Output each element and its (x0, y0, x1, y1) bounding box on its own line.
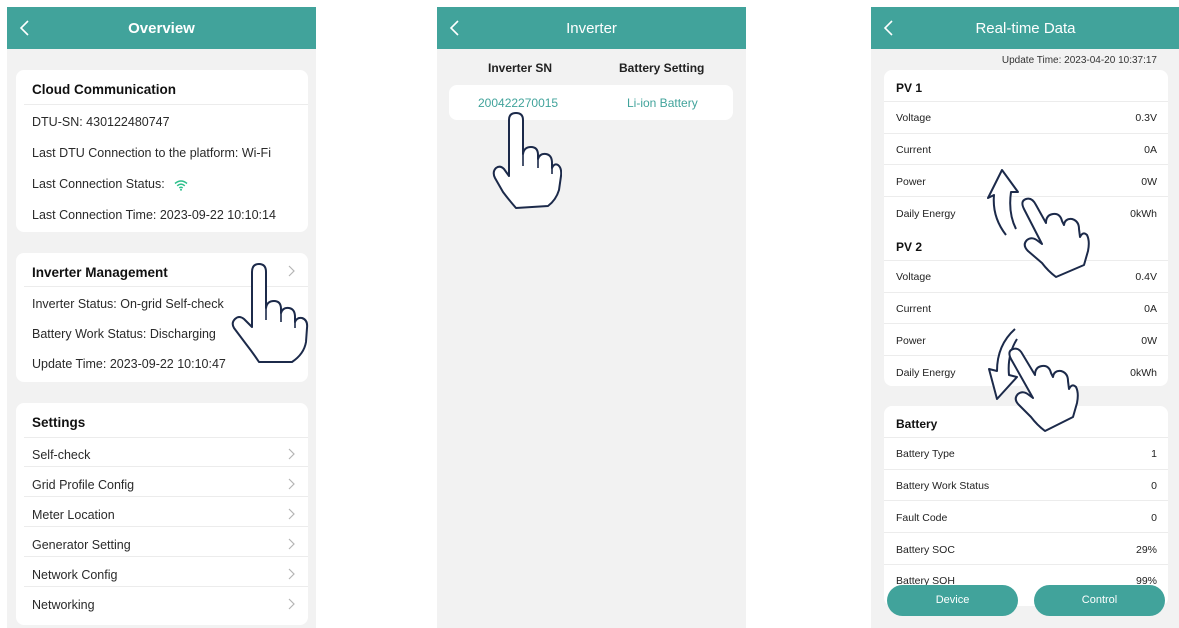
control-button[interactable]: Control (1034, 585, 1165, 616)
data-value: 0W (1141, 176, 1157, 188)
top-bar: Real-time Data (871, 7, 1179, 49)
data-label: Daily Energy (896, 208, 956, 220)
data-value: 0 (1151, 512, 1157, 524)
battery-setting-value: Li-ion Battery (627, 96, 698, 110)
swipe-down-icon (988, 328, 1079, 432)
chevron-right-icon (288, 448, 295, 460)
page-title: Overview (128, 20, 195, 37)
chevron-right-icon (288, 478, 295, 490)
top-bar: Inverter (437, 7, 746, 49)
data-value: 0A (1144, 303, 1157, 315)
data-label: Current (896, 144, 932, 156)
device-button[interactable]: Device (887, 585, 1018, 616)
data-label: Daily Energy (896, 367, 956, 379)
column-header-inverter-sn: Inverter SN (488, 61, 553, 75)
data-value: 29% (1135, 544, 1157, 556)
column-header-battery-setting: Battery Setting (619, 61, 705, 75)
data-label: Power (896, 176, 926, 188)
pv2-header: PV 2 (896, 240, 923, 254)
inverter-screen: Inverter Inverter SN Battery Setting 200… (437, 7, 746, 628)
inverter-sn-value: 200422270015 (478, 96, 559, 110)
update-time: Update Time: 2023-04-20 10:37:17 (1001, 55, 1157, 66)
top-bar: Overview (7, 7, 316, 49)
chevron-right-icon (288, 538, 295, 550)
data-value: 0kWh (1130, 208, 1157, 220)
data-label: Current (896, 303, 932, 315)
data-label: Voltage (896, 112, 932, 124)
settings-card: Settings Self-check Grid Profile Config … (16, 403, 308, 625)
page-title: Real-time Data (975, 20, 1076, 37)
data-label: Voltage (896, 271, 932, 283)
chevron-right-icon (288, 508, 295, 520)
data-value: 0.4V (1135, 271, 1157, 283)
chevron-right-icon (288, 568, 295, 580)
data-label: Fault Code (896, 512, 948, 524)
cloud-communication-card: Cloud Communication DTU-SN: 430122480747… (16, 70, 308, 232)
battery-card: Battery Battery Type 1 Battery Work Stat… (884, 406, 1168, 606)
data-value: 0W (1141, 335, 1157, 347)
data-label: Battery Type (896, 448, 955, 460)
data-label: Power (896, 335, 926, 347)
data-value: 1 (1151, 448, 1157, 460)
data-value: 0 (1151, 480, 1157, 492)
data-value: 0A (1144, 144, 1157, 156)
data-value: 0kWh (1130, 367, 1157, 379)
data-value: 0.3V (1135, 112, 1157, 124)
data-label: Battery Work Status (896, 480, 990, 492)
page-title: Inverter (566, 20, 617, 37)
pv1-header: PV 1 (896, 81, 923, 95)
data-label: Battery SOC (896, 544, 955, 556)
swipe-up-icon (987, 169, 1090, 278)
tap-hand-icon (492, 112, 562, 209)
realtime-data-screen: Real-time Data Update Time: 2023-04-20 1… (871, 7, 1179, 628)
battery-header: Battery (896, 417, 938, 431)
wifi-icon (174, 179, 188, 191)
chevron-right-icon (288, 598, 295, 610)
tap-hand-icon (231, 263, 309, 363)
